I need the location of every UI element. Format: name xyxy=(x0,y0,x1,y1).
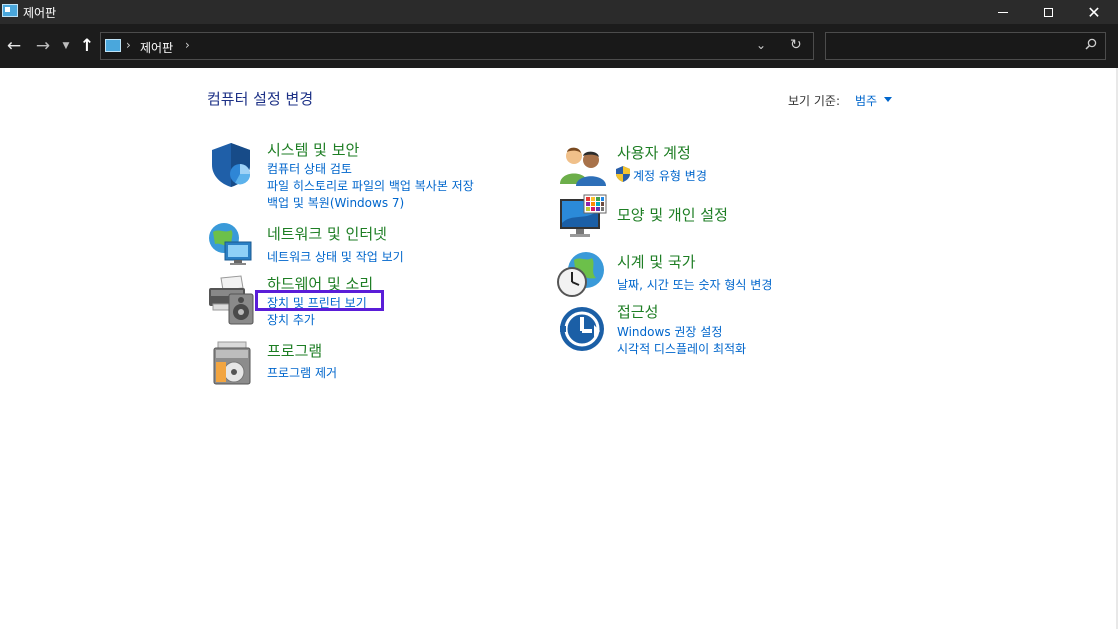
minimize-icon xyxy=(998,11,1008,13)
page-title: 컴퓨터 설정 변경 xyxy=(207,90,314,108)
category-programs[interactable]: 프로그램 xyxy=(267,340,322,361)
breadcrumb-separator-icon[interactable]: › xyxy=(185,38,190,52)
programs-disc-icon[interactable] xyxy=(210,340,254,386)
selection-highlight xyxy=(255,290,384,311)
close-icon: ✕ xyxy=(1087,2,1101,22)
control-panel-icon xyxy=(105,39,121,52)
link-file-history-backup[interactable]: 파일 히스토리로 파일의 백업 복사본 저장 xyxy=(267,177,474,194)
arrow-right-icon: → xyxy=(35,36,51,56)
link-review-computer-status[interactable]: 컴퓨터 상태 검토 xyxy=(267,160,352,177)
link-optimize-visual-display[interactable]: 시각적 디스플레이 최적화 xyxy=(617,340,746,357)
maximize-icon xyxy=(1043,7,1053,17)
network-globe-icon[interactable] xyxy=(207,220,255,266)
breadcrumb-control-panel[interactable]: 제어판 xyxy=(140,39,173,56)
category-ease-of-access[interactable]: 접근성 xyxy=(617,301,658,322)
address-bar[interactable]: › 제어판 › ⌄ ↻ xyxy=(100,32,814,60)
link-change-account-type[interactable]: 계정 유형 변경 xyxy=(633,167,707,184)
maximize-button[interactable] xyxy=(1025,0,1071,24)
refresh-icon[interactable]: ↻ xyxy=(790,37,802,53)
minimize-button[interactable] xyxy=(980,0,1026,24)
navigation-bar: ← → ▼ ↑ › 제어판 › ⌄ ↻ xyxy=(0,24,1118,68)
monitor-palette-icon[interactable] xyxy=(558,193,608,241)
link-add-device[interactable]: 장치 추가 xyxy=(267,311,315,328)
view-by-dropdown[interactable]: 범주 xyxy=(855,92,877,109)
arrow-left-icon: ← xyxy=(6,36,22,56)
chevron-down-icon[interactable] xyxy=(884,97,892,102)
link-network-status-tasks[interactable]: 네트워크 상태 및 작업 보기 xyxy=(267,248,404,265)
control-panel-icon xyxy=(2,4,18,17)
search-input[interactable] xyxy=(825,32,1106,60)
close-button[interactable]: ✕ xyxy=(1071,0,1117,24)
category-appearance-personalization[interactable]: 모양 및 개인 설정 xyxy=(617,204,728,225)
clock-globe-icon[interactable] xyxy=(556,250,606,298)
arrow-up-icon: ↑ xyxy=(79,36,95,56)
chevron-down-icon: ▼ xyxy=(62,41,70,51)
back-button[interactable]: ← xyxy=(3,35,25,57)
users-icon[interactable] xyxy=(558,144,606,186)
search-icon xyxy=(1085,38,1097,50)
up-button[interactable]: ↑ xyxy=(76,35,98,57)
recent-locations-button[interactable]: ▼ xyxy=(59,35,73,57)
link-backup-restore[interactable]: 백업 및 복원(Windows 7) xyxy=(267,194,404,211)
address-dropdown-icon[interactable]: ⌄ xyxy=(756,38,766,52)
shield-icon[interactable] xyxy=(207,141,255,189)
category-user-accounts[interactable]: 사용자 계정 xyxy=(617,142,691,163)
forward-button[interactable]: → xyxy=(32,35,54,57)
category-network-internet[interactable]: 네트워크 및 인터넷 xyxy=(267,223,387,244)
link-windows-recommended-settings[interactable]: Windows 권장 설정 xyxy=(617,323,722,340)
accessibility-icon[interactable] xyxy=(558,305,606,353)
link-change-date-time-format[interactable]: 날짜, 시간 또는 숫자 형식 변경 xyxy=(617,276,772,293)
breadcrumb-separator-icon[interactable]: › xyxy=(126,38,131,52)
link-uninstall-program[interactable]: 프로그램 제거 xyxy=(267,364,337,381)
view-by-label: 보기 기준: xyxy=(788,94,841,108)
category-system-security[interactable]: 시스템 및 보안 xyxy=(267,139,359,160)
window-title: 제어판 xyxy=(23,6,57,20)
title-bar: 제어판 ✕ xyxy=(0,0,1118,24)
category-clock-region[interactable]: 시계 및 국가 xyxy=(617,251,696,272)
uac-shield-icon xyxy=(616,166,630,182)
printer-speaker-icon[interactable] xyxy=(207,274,257,326)
